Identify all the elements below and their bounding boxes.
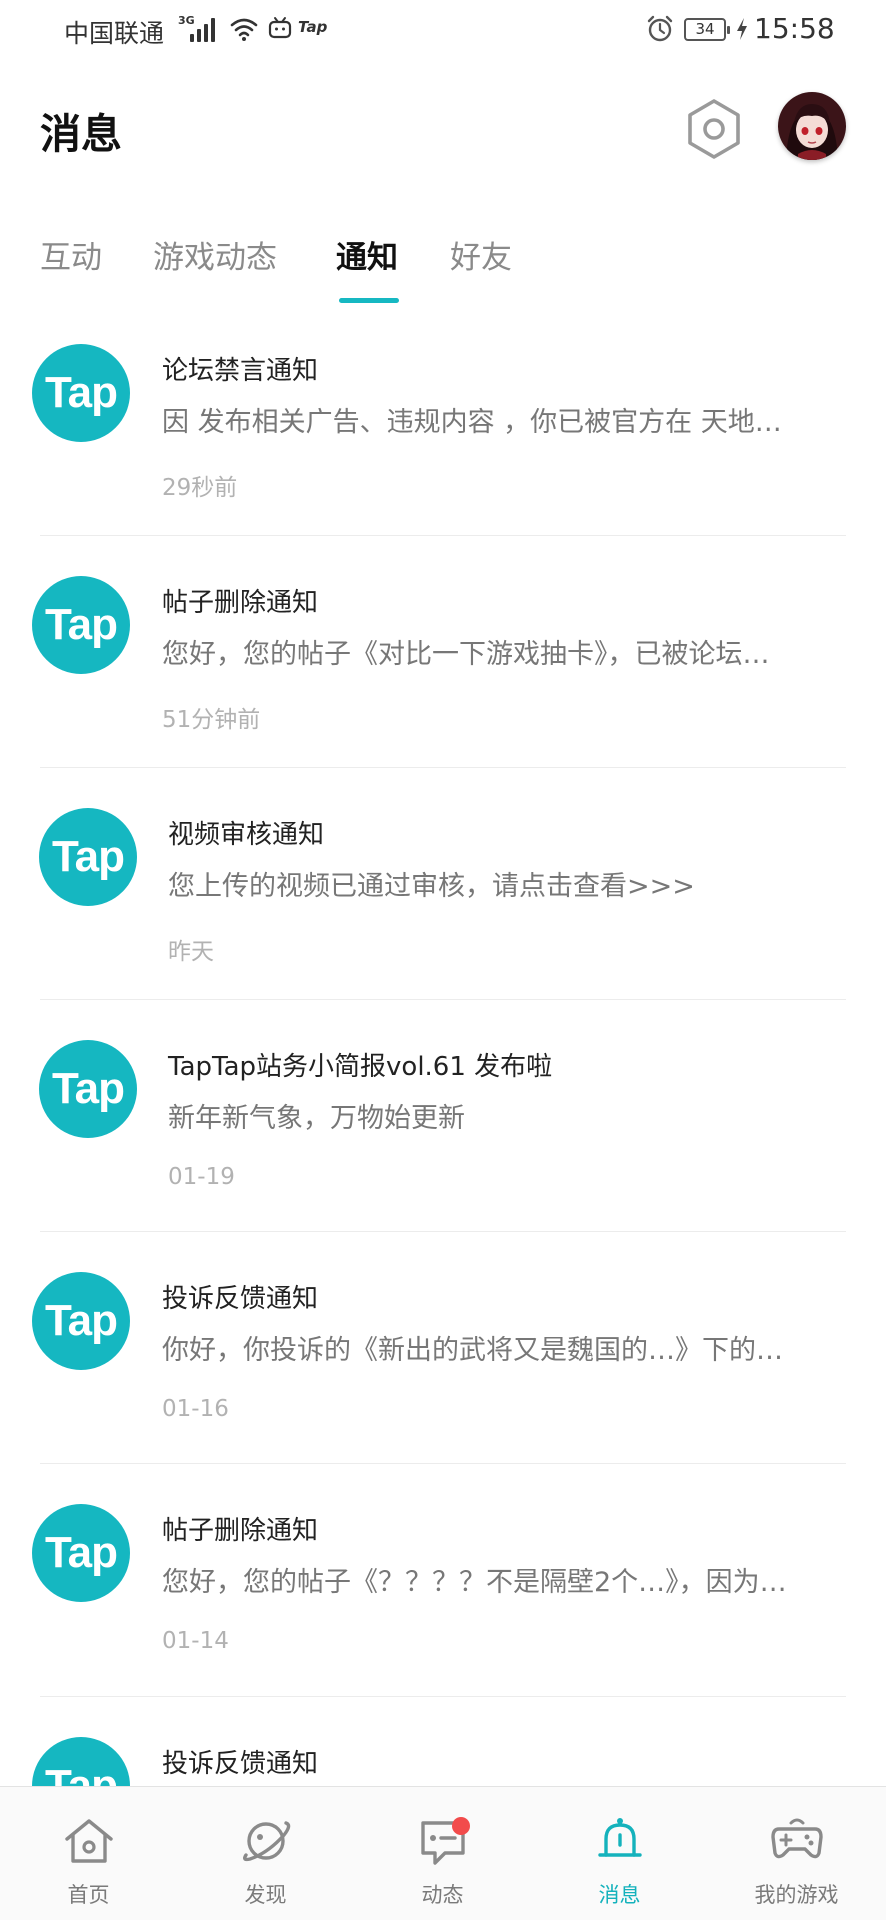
tab-interaction[interactable]: 互动 <box>40 232 102 277</box>
list-item[interactable]: Tap 视频审核通知 您上传的视频已通过审核，请点击查看>>> 昨天 <box>0 770 886 1002</box>
list-item[interactable]: Tap 论坛禁言通知 因 发布相关广告、违规内容 ，你已被官方在 天地… 29秒… <box>0 306 886 538</box>
divider <box>40 1696 846 1697</box>
notification-body: 因 发布相关广告、违规内容 ，你已被官方在 天地… <box>162 407 782 438</box>
home-icon <box>64 1819 113 1863</box>
bilibili-icon <box>268 17 292 39</box>
nav-label: 首页 <box>67 1883 110 1907</box>
notification-body: 您好，您的帖子《？？？？不是隔壁2个…》，因为… <box>162 1567 787 1598</box>
nav-feed[interactable]: 动态 <box>354 1787 531 1920</box>
notification-body: 新年新气象，万物始更新 <box>168 1103 465 1134</box>
status-bar: 中国联通 3G Tap 34 15:58 <box>0 0 886 60</box>
clock: 15:58 <box>754 12 835 45</box>
notification-time: 01-19 <box>168 1164 235 1190</box>
charging-icon <box>737 18 747 40</box>
divider <box>40 767 846 768</box>
divider <box>40 999 846 1000</box>
notification-time: 昨天 <box>168 939 214 965</box>
nav-label: 发现 <box>244 1883 287 1907</box>
notification-title: 视频审核通知 <box>168 820 325 850</box>
bottom-nav: 首页 发现 动态 消息 我的游戏 <box>0 1786 886 1920</box>
notification-title: TapTap站务小简报vol.61 发布啦 <box>168 1052 553 1082</box>
notification-title: 帖子删除通知 <box>162 1516 319 1546</box>
notification-time: 01-16 <box>162 1396 229 1422</box>
tap-logo-icon: Tap <box>32 576 130 674</box>
battery-icon: 34 <box>684 18 730 41</box>
tap-logo-icon: Tap <box>32 1737 130 1786</box>
tab-bar: 互动 游戏动态 通知 好友 <box>0 226 886 306</box>
notification-title: 投诉反馈通知 <box>162 1284 319 1314</box>
tap-logo-icon: Tap <box>39 1040 137 1138</box>
tap-app-icon: Tap <box>298 18 328 36</box>
list-item[interactable]: Tap TapTap站务小简报vol.61 发布啦 新年新气象，万物始更新 01… <box>0 1002 886 1234</box>
list-item[interactable]: Tap 帖子删除通知 您好，您的帖子《？？？？不是隔壁2个…》，因为… 01-1… <box>0 1466 886 1698</box>
divider <box>40 535 846 536</box>
unread-badge <box>452 1817 470 1835</box>
list-item[interactable]: Tap 投诉反馈通知 <box>0 1699 886 1786</box>
signal-icon <box>190 16 222 42</box>
active-tab-indicator <box>339 298 399 303</box>
page-title: 消息 <box>40 110 122 158</box>
list-item[interactable]: Tap 投诉反馈通知 你好，你投诉的《新出的武将又是魏国的…》下的… 01-16 <box>0 1234 886 1466</box>
wifi-icon <box>230 18 258 41</box>
nav-label: 动态 <box>421 1883 464 1907</box>
divider <box>40 1231 846 1232</box>
nav-label: 我的游戏 <box>754 1883 839 1907</box>
notification-body: 您好，您的帖子《对比一下游戏抽卡》，已被论坛… <box>162 639 770 670</box>
avatar[interactable] <box>778 92 846 160</box>
notification-title: 帖子删除通知 <box>162 588 319 618</box>
notification-body: 你好，你投诉的《新出的武将又是魏国的…》下的… <box>162 1335 783 1366</box>
tab-notifications[interactable]: 通知 <box>336 232 398 277</box>
tab-game-updates[interactable]: 游戏动态 <box>153 232 277 277</box>
gamepad-icon <box>770 1818 823 1859</box>
nav-home[interactable]: 首页 <box>0 1787 177 1920</box>
alarm-icon <box>647 15 673 42</box>
notification-title: 投诉反馈通知 <box>162 1749 319 1779</box>
bell-icon <box>597 1818 642 1857</box>
notification-body: 您上传的视频已通过审核，请点击查看>>> <box>168 871 695 902</box>
notification-list: Tap 论坛禁言通知 因 发布相关广告、违规内容 ，你已被官方在 天地… 29秒… <box>0 306 886 1786</box>
tap-logo-icon: Tap <box>32 1272 130 1370</box>
anime-avatar-icon <box>778 92 846 160</box>
notification-title: 论坛禁言通知 <box>162 356 319 386</box>
tap-logo-icon: Tap <box>32 1504 130 1602</box>
tap-logo-icon: Tap <box>32 344 130 442</box>
settings-icon[interactable] <box>686 98 742 160</box>
tab-friends[interactable]: 好友 <box>450 232 512 277</box>
notification-time: 51分钟前 <box>162 707 261 733</box>
nav-label: 消息 <box>598 1883 641 1907</box>
planet-icon <box>242 1821 290 1862</box>
list-item[interactable]: Tap 帖子删除通知 您好，您的帖子《对比一下游戏抽卡》，已被论坛… 51分钟前 <box>0 538 886 770</box>
nav-my-games[interactable]: 我的游戏 <box>708 1787 885 1920</box>
nav-discover[interactable]: 发现 <box>177 1787 354 1920</box>
notification-time: 29秒前 <box>162 475 238 501</box>
carrier-name: 中国联通 <box>64 19 165 48</box>
nav-messages[interactable]: 消息 <box>531 1787 708 1920</box>
divider <box>40 1463 846 1464</box>
tap-logo-icon: Tap <box>39 808 137 906</box>
notification-time: 01-14 <box>162 1628 229 1654</box>
